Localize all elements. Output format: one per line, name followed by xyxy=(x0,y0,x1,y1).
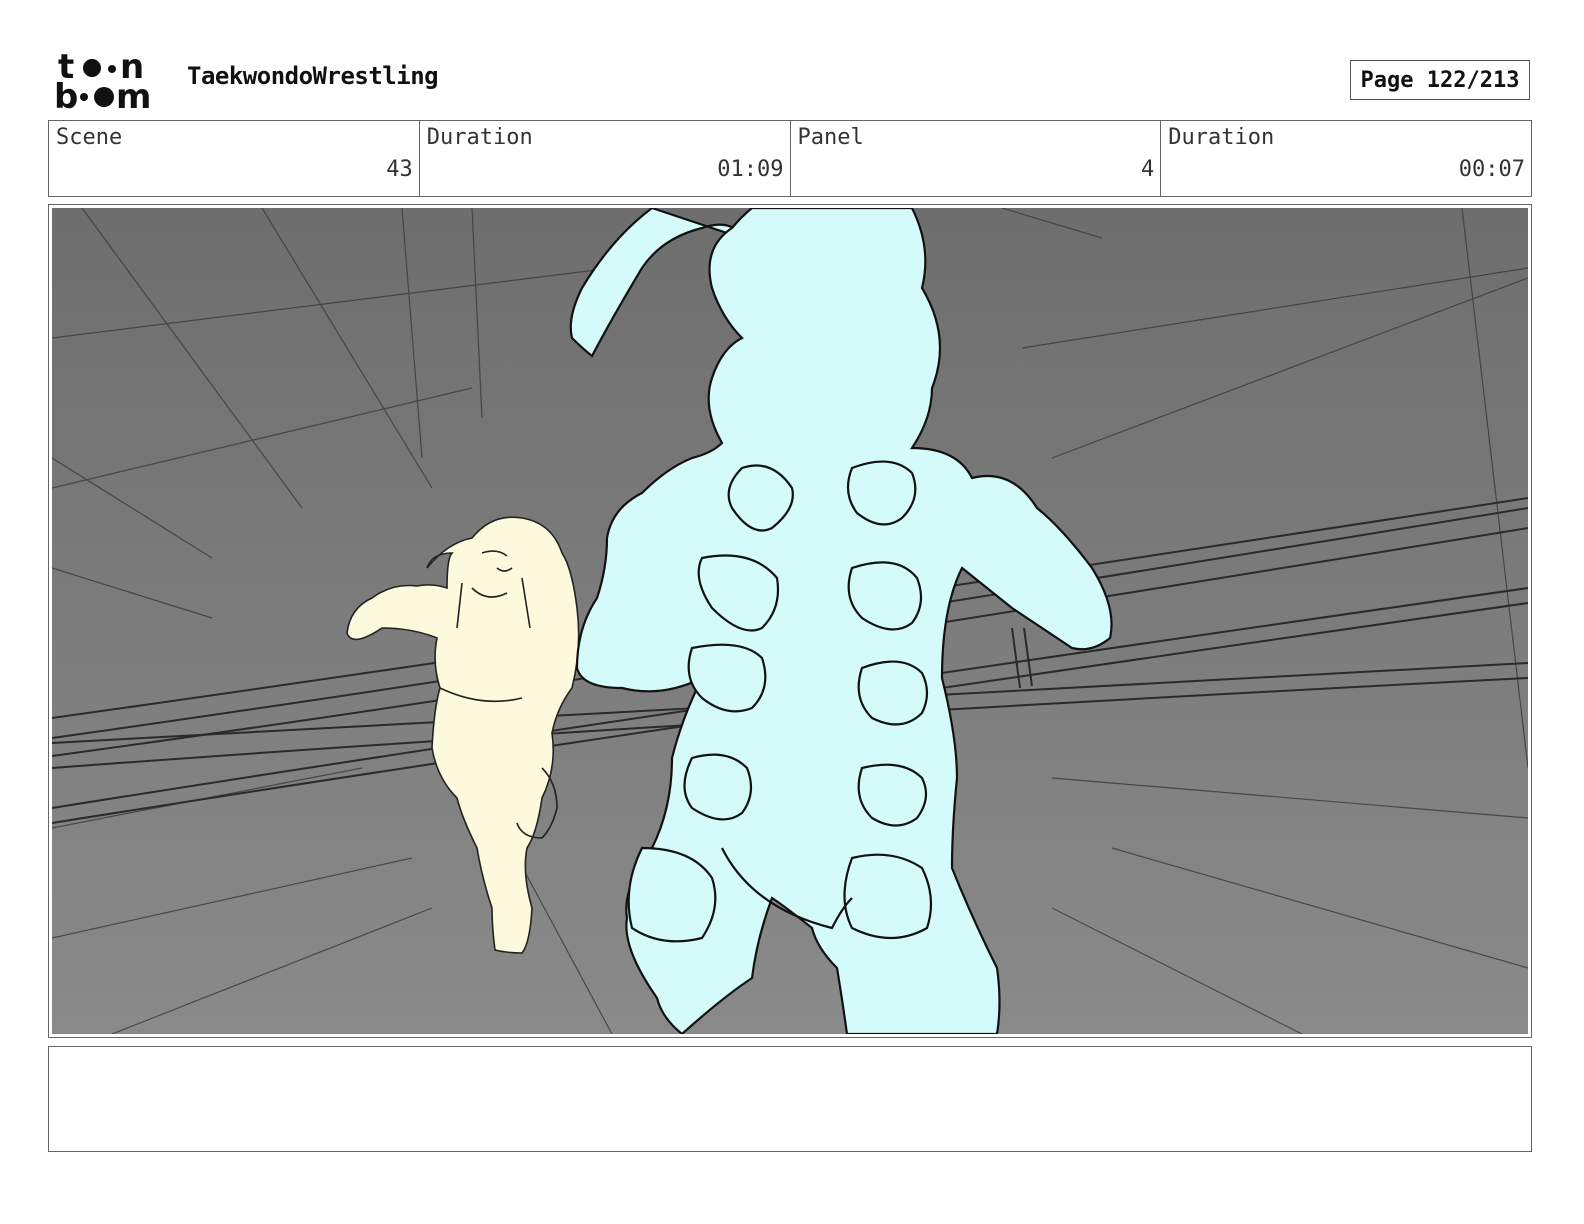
scene-cell: Scene 43 xyxy=(49,121,420,196)
panel-duration-cell: Duration 00:07 xyxy=(1161,121,1531,196)
scene-label: Scene xyxy=(56,125,123,150)
svg-text:b: b xyxy=(54,77,78,112)
panel-duration-label: Duration xyxy=(1168,125,1275,150)
scene-duration-value: 01:09 xyxy=(717,157,784,182)
panel-notes-box xyxy=(48,1046,1532,1152)
toon-boom-logo: t n b m xyxy=(54,50,151,112)
scene-duration-label: Duration xyxy=(426,125,533,150)
scene-duration-cell: Duration 01:09 xyxy=(420,121,791,196)
svg-text:m: m xyxy=(116,77,151,112)
panel-label: Panel xyxy=(797,125,864,150)
panel-value: 4 xyxy=(1141,157,1155,182)
project-title: TaekwondoWrestling xyxy=(187,62,439,90)
page-number: Page 122/213 xyxy=(1350,60,1530,100)
panel-info-bar: Scene 43 Duration 01:09 Panel 4 Duration… xyxy=(48,120,1532,197)
scene-value: 43 xyxy=(386,157,413,182)
panel-cell: Panel 4 xyxy=(791,121,1162,196)
panel-duration-value: 00:07 xyxy=(1458,157,1525,182)
storyboard-panel-image xyxy=(52,208,1528,1034)
